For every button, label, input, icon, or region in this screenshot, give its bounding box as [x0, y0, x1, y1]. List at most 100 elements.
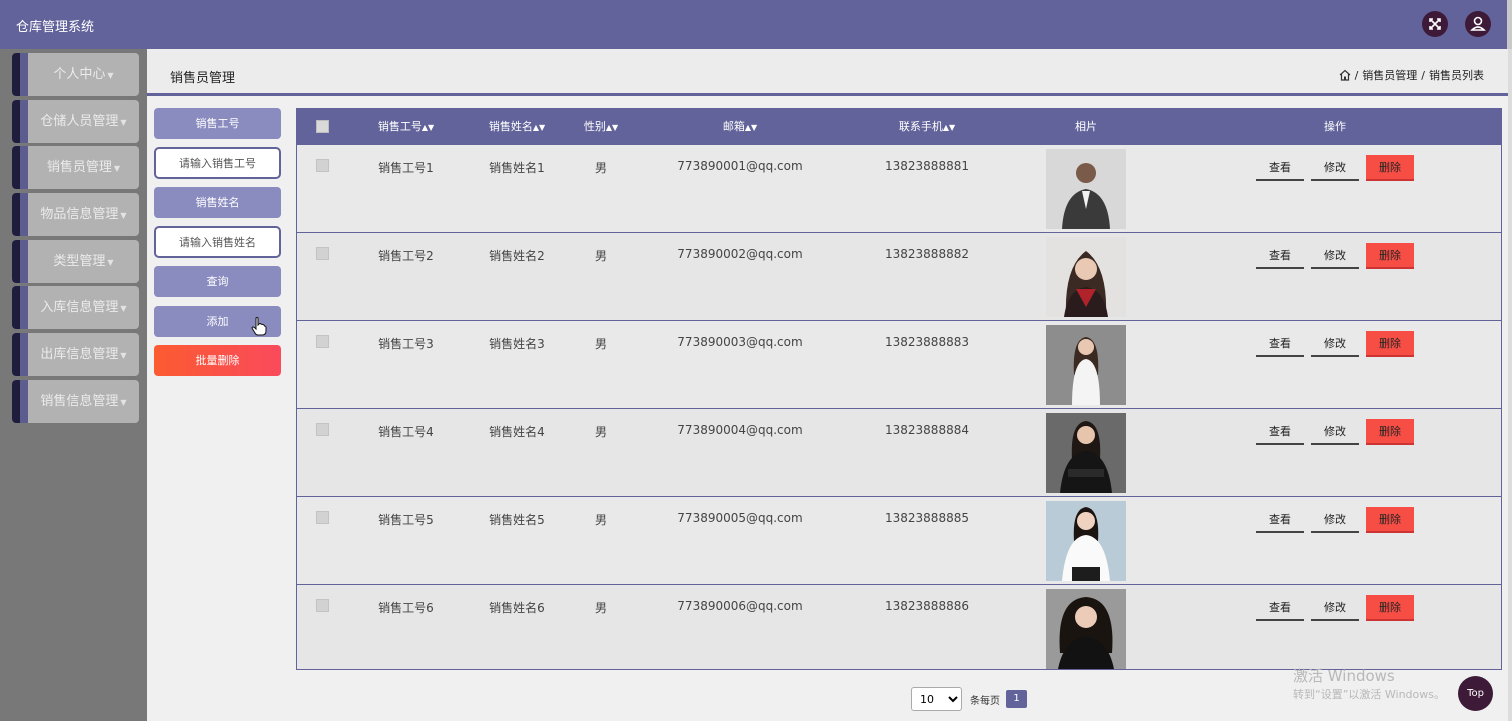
delete-button[interactable]: 删除 — [1366, 507, 1414, 533]
sort-icon: ▲▼ — [532, 123, 546, 132]
app-title: 仓库管理系统 — [16, 20, 95, 35]
delete-button[interactable]: 删除 — [1366, 419, 1414, 445]
view-button[interactable]: 查看 — [1256, 419, 1304, 445]
sort-icon: ▲▼ — [744, 123, 758, 132]
delete-button[interactable]: 删除 — [1366, 595, 1414, 621]
sidebar-item-label: 类型管理 — [53, 254, 106, 269]
activation-watermark-title: 激活 Windows — [1293, 667, 1395, 685]
cell-sales-name: 销售姓名2 — [489, 249, 545, 263]
edit-button[interactable]: 修改 — [1311, 419, 1359, 445]
sidebar-item-types[interactable]: 类型管理 ▼ — [12, 240, 139, 283]
hand-cursor-icon — [251, 317, 267, 336]
cell-sales-id: 销售工号4 — [378, 425, 434, 439]
home-icon[interactable] — [1339, 69, 1351, 81]
salesperson-photo — [1046, 501, 1126, 581]
page-scrollbar[interactable] — [1508, 49, 1512, 721]
activation-watermark-text: 转到“设置”以激活 Windows。 — [1293, 688, 1445, 701]
view-button[interactable]: 查看 — [1256, 155, 1304, 181]
row-checkbox[interactable] — [316, 423, 329, 436]
sidebar-item-label: 出库信息管理 — [40, 347, 119, 362]
table-row: 销售工号6 销售姓名6 男 773890006@qq.com 138238888… — [297, 584, 1501, 672]
edit-button[interactable]: 修改 — [1311, 331, 1359, 357]
query-button[interactable]: 查询 — [154, 266, 281, 297]
sales-id-input[interactable] — [154, 147, 281, 179]
cell-phone: 13823888881 — [885, 159, 969, 173]
cell-email: 773890001@qq.com — [677, 159, 803, 173]
cell-phone: 13823888884 — [885, 423, 969, 437]
cell-sales-id: 销售工号1 — [378, 161, 434, 175]
page-size-select[interactable]: 10 — [911, 687, 962, 711]
table-row: 销售工号2 销售姓名2 男 773890002@qq.com 138238888… — [297, 232, 1501, 320]
column-header-sales-name[interactable]: 销售姓名▲▼ — [472, 109, 562, 145]
caret-down-icon: ▼ — [120, 211, 127, 220]
salesperson-photo — [1046, 589, 1126, 669]
cell-email: 773890005@qq.com — [677, 511, 803, 525]
sidebar-item-profile[interactable]: 个人中心 ▼ — [12, 53, 139, 96]
view-button[interactable]: 查看 — [1256, 507, 1304, 533]
sidebar-item-sales-info[interactable]: 销售信息管理 ▼ — [12, 380, 139, 423]
sidebar-item-goods[interactable]: 物品信息管理 ▼ — [12, 193, 139, 236]
row-checkbox[interactable] — [316, 511, 329, 524]
view-button[interactable]: 查看 — [1256, 331, 1304, 357]
sort-icon: ▲▼ — [605, 123, 619, 132]
caret-down-icon: ▼ — [113, 164, 121, 173]
page-number-current[interactable]: 1 — [1006, 690, 1027, 708]
fullscreen-icon[interactable] — [1422, 11, 1448, 37]
column-header-gender[interactable]: 性别▲▼ — [573, 109, 629, 145]
sidebar-item-label: 销售员管理 — [46, 160, 112, 175]
sort-icon: ▲▼ — [942, 123, 956, 132]
column-header-actions: 操作 — [1324, 120, 1346, 133]
row-checkbox[interactable] — [316, 599, 329, 612]
cell-email: 773890004@qq.com — [677, 423, 803, 437]
column-header-phone[interactable]: 联系手机▲▼ — [877, 109, 977, 145]
caret-down-icon: ▼ — [120, 118, 127, 127]
row-checkbox[interactable] — [316, 159, 329, 172]
user-icon[interactable] — [1465, 11, 1491, 37]
edit-button[interactable]: 修改 — [1311, 507, 1359, 533]
sidebar: 个人中心 ▼ 仓储人员管理 ▼ 销售员管理 ▼ 物品信息管理 ▼ 类型管理 ▼ 入库信息管… — [0, 49, 147, 721]
top-header: 仓库管理系统 — [0, 0, 1512, 49]
delete-button[interactable]: 删除 — [1366, 155, 1414, 181]
delete-button[interactable]: 删除 — [1366, 331, 1414, 357]
cell-sales-name: 销售姓名6 — [489, 601, 545, 615]
batch-delete-button[interactable]: 批量删除 — [154, 345, 281, 376]
column-header-email[interactable]: 邮箱▲▼ — [695, 109, 785, 145]
sales-name-label: 销售姓名 — [154, 187, 281, 218]
sidebar-item-salesperson[interactable]: 销售员管理 ▼ — [12, 146, 139, 189]
column-header-sales-id[interactable]: 销售工号▲▼ — [361, 109, 451, 145]
page-title: 销售员管理 — [170, 71, 236, 86]
cell-gender: 男 — [594, 601, 607, 615]
sidebar-item-label: 入库信息管理 — [40, 300, 119, 315]
cell-sales-name: 销售姓名3 — [489, 337, 545, 351]
salesperson-table: 销售工号▲▼ 销售姓名▲▼ 性别▲▼ 邮箱▲▼ 联系手机▲▼ 相片 操作 销售工… — [296, 108, 1502, 670]
breadcrumb-item[interactable]: 销售员管理 — [1362, 67, 1417, 83]
row-checkbox[interactable] — [316, 335, 329, 348]
cell-sales-name: 销售姓名5 — [489, 513, 545, 527]
sort-icon: ▲▼ — [421, 123, 435, 132]
pagination: 10 条每页 1 — [911, 687, 1027, 711]
select-all-checkbox[interactable] — [316, 120, 329, 133]
sidebar-item-inbound[interactable]: 入库信息管理 ▼ — [12, 286, 139, 329]
edit-button[interactable]: 修改 — [1311, 595, 1359, 621]
cell-phone: 13823888885 — [885, 511, 969, 525]
page-header: 销售员管理 / 销售员管理 / 销售员列表 — [147, 49, 1508, 96]
cell-gender: 男 — [594, 513, 607, 527]
edit-button[interactable]: 修改 — [1311, 243, 1359, 269]
view-button[interactable]: 查看 — [1256, 243, 1304, 269]
column-header-photo: 相片 — [1075, 120, 1097, 133]
table-row: 销售工号3 销售姓名3 男 773890003@qq.com 138238888… — [297, 320, 1501, 408]
edit-button[interactable]: 修改 — [1311, 155, 1359, 181]
cell-email: 773890002@qq.com — [677, 247, 803, 261]
view-button[interactable]: 查看 — [1256, 595, 1304, 621]
row-checkbox[interactable] — [316, 247, 329, 260]
back-to-top-button[interactable]: Top — [1458, 676, 1493, 711]
sidebar-item-outbound[interactable]: 出库信息管理 ▼ — [12, 333, 139, 376]
delete-button[interactable]: 删除 — [1366, 243, 1414, 269]
caret-down-icon: ▼ — [120, 398, 127, 407]
sidebar-item-storage-staff[interactable]: 仓储人员管理 ▼ — [12, 100, 139, 143]
cell-phone: 13823888882 — [885, 247, 969, 261]
cell-email: 773890003@qq.com — [677, 335, 803, 349]
breadcrumb-item-current: 销售员列表 — [1429, 69, 1484, 82]
sales-name-input[interactable] — [154, 226, 281, 258]
cell-sales-id: 销售工号3 — [378, 337, 434, 351]
